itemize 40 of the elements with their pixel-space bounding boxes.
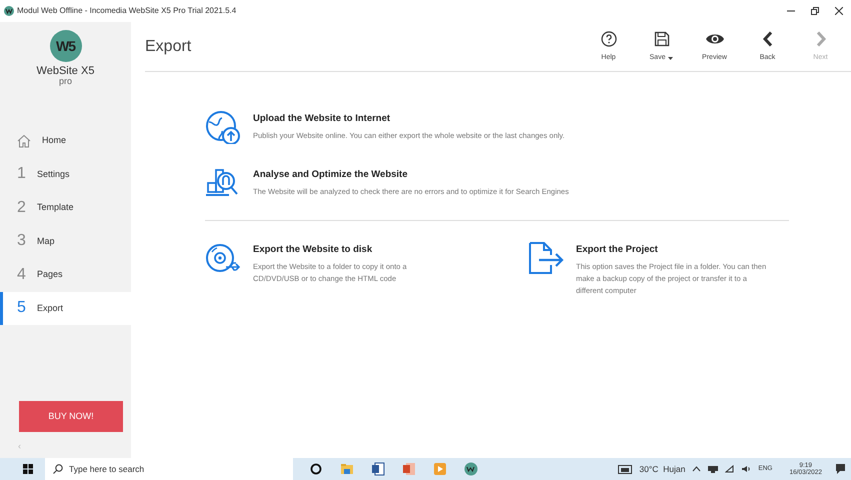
option-title[interactable]: Analyse and Optimize the Website: [253, 168, 569, 182]
option-title[interactable]: Export the Website to disk: [253, 243, 423, 258]
sidebar-item[interactable]: 3 Map: [0, 224, 131, 258]
app-logo-icon: [4, 6, 14, 16]
globe-upload-icon[interactable]: [205, 110, 241, 144]
logo-mark: W5: [50, 30, 82, 62]
chevron-up-icon[interactable]: [692, 466, 702, 472]
logo-edition: pro: [58, 77, 72, 86]
volume-icon[interactable]: [741, 465, 752, 473]
help-icon: [600, 31, 616, 48]
option-title[interactable]: Export the Project: [576, 243, 768, 258]
save-icon: [654, 31, 670, 48]
document-export-icon[interactable]: [528, 241, 564, 275]
notification-icon[interactable]: [835, 463, 847, 475]
sidebar-item[interactable]: 4 Pages: [0, 258, 131, 292]
sidebar-item[interactable]: Home: [0, 124, 131, 158]
taskbar-search-field[interactable]: Type here to search: [45, 458, 293, 480]
restore-icon[interactable]: [811, 7, 819, 15]
logo-name: WebSite X5: [36, 66, 94, 77]
disc-usb-icon[interactable]: [205, 241, 241, 275]
eye-icon: [704, 32, 724, 46]
network-icon[interactable]: [708, 466, 718, 472]
page-title: Export: [145, 36, 192, 56]
home-icon: [17, 134, 31, 148]
windows-start-icon[interactable]: [23, 464, 33, 474]
sidebar-item[interactable]: 5 Export: [0, 292, 131, 325]
weather-text[interactable]: 30°C Hujan: [639, 462, 686, 476]
folder-icon[interactable]: [340, 462, 354, 476]
caret-icon: [668, 57, 674, 60]
close-icon[interactable]: [835, 7, 843, 15]
powerpoint-icon[interactable]: [402, 462, 416, 476]
sidebar-item[interactable]: 2 Template: [0, 191, 131, 224]
window-title: Modul Web Offline - Incomedia WebSite X5 Pro Trial 2021.5.4: [17, 5, 236, 17]
websitex5-app-icon[interactable]: [464, 462, 478, 476]
search-icon: [53, 464, 63, 474]
option-title[interactable]: Upload the Website to Internet: [253, 112, 565, 126]
cortana-circle-icon[interactable]: [309, 462, 323, 476]
buy-now-button[interactable]: BUY NOW!: [19, 401, 123, 432]
sidebar-item[interactable]: 1 Settings: [0, 158, 131, 191]
word-icon[interactable]: [371, 462, 385, 476]
